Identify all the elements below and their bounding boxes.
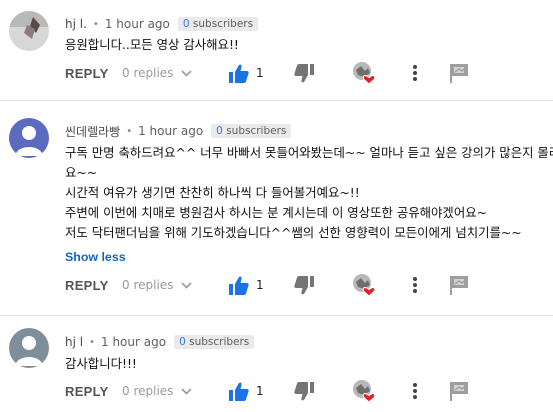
show-less-link[interactable]: Show less: [65, 250, 126, 264]
subscriber-word: subscribers: [189, 336, 250, 348]
report-button[interactable]: [450, 273, 468, 297]
comment-actions: REPLY 0 replies 1: [65, 379, 545, 403]
more-options-button[interactable]: [412, 379, 418, 403]
reply-button[interactable]: REPLY: [65, 379, 109, 403]
comment-header: hj l. • 1 hour ago 0 subscribers: [65, 14, 259, 34]
thumbs-up-icon: [229, 382, 249, 401]
reply-button[interactable]: REPLY: [65, 61, 109, 85]
author-name[interactable]: 씬데렐라빵: [65, 123, 120, 140]
comment-text-line: 시간적 여유가 생기면 찬찬히 하나씩 다 들어볼거예요~!!: [65, 185, 360, 200]
creator-heart-icon: [353, 380, 376, 403]
user-avatar-icon: [9, 118, 49, 158]
thumbs-down-icon: [294, 275, 314, 294]
subscriber-badge: 0 subscribers: [174, 335, 255, 349]
more-options-button[interactable]: [412, 273, 418, 297]
avatar[interactable]: [9, 118, 49, 158]
subscriber-badge: 0 subscribers: [177, 17, 259, 31]
creator-heart-icon: [353, 274, 376, 297]
user-avatar-icon: [9, 328, 49, 368]
like-count: 1: [256, 278, 264, 292]
report-button[interactable]: [450, 61, 468, 85]
comment-thread: hj l. • 1 hour ago 0 subscribers 응원합니다..…: [0, 0, 553, 100]
separator-dot: •: [92, 18, 99, 30]
replies-count: 0 replies: [122, 278, 174, 292]
dislike-button[interactable]: [294, 379, 314, 403]
comment-time[interactable]: 1 hour ago: [105, 17, 170, 31]
avatar[interactable]: [9, 328, 49, 368]
separator-dot: •: [89, 336, 95, 348]
chevron-down-icon: [181, 281, 192, 289]
comment-actions: REPLY 0 replies 1: [65, 273, 545, 297]
view-replies-button[interactable]: 0 replies: [122, 379, 192, 403]
avatar[interactable]: [9, 11, 49, 51]
subscriber-count: 0: [182, 18, 190, 30]
avatar-photo-icon: [9, 11, 49, 51]
comment-text: 응원합니다..모든 영상 감사해요!!: [65, 35, 540, 55]
comment-time[interactable]: 1 hour ago: [138, 124, 203, 138]
comment-text: 구독 만명 축하드려요^^ 너무 바빠서 못들어와봤는데~~ 얼마나 듣고 싶은…: [65, 143, 553, 243]
chevron-down-icon: [181, 69, 192, 77]
comment-text-line: 요~~: [65, 165, 98, 180]
comment-text-line: 저도 닥터팬더님을 위해 기도하겠습니다^^쌤의 선한 영향력이 모든이에게 넘…: [65, 225, 522, 240]
creator-heart-icon: [353, 62, 376, 85]
thumbs-up-icon: [229, 276, 249, 295]
creator-heart-button[interactable]: [352, 61, 376, 85]
subscriber-count: 0: [216, 125, 223, 137]
comment-header: hj l • 1 hour ago 0 subscribers: [65, 332, 255, 352]
thumbs-down-icon: [294, 381, 314, 400]
subscriber-word: subscribers: [226, 125, 287, 137]
more-vertical-icon: [413, 65, 417, 81]
reply-button[interactable]: REPLY: [65, 273, 109, 297]
more-vertical-icon: [413, 383, 417, 399]
comment-text-line: 감사합니다!!!: [65, 356, 137, 371]
thumbs-up-icon: [229, 64, 249, 83]
creator-heart-button[interactable]: [352, 379, 376, 403]
author-name[interactable]: hj l.: [65, 17, 87, 31]
comment-time[interactable]: 1 hour ago: [101, 335, 166, 349]
subscriber-word: subscribers: [192, 18, 254, 30]
like-button[interactable]: [229, 61, 249, 85]
like-count: 1: [256, 384, 264, 398]
view-replies-button[interactable]: 0 replies: [122, 273, 192, 297]
separator-dot: •: [126, 125, 133, 137]
flag-icon: [450, 64, 468, 83]
comment-text-line: 주변에 이번에 치매로 병원검사 하시는 분 계시는데 이 영상또한 공유해야겠…: [65, 205, 488, 220]
comment-text-line: 응원합니다..모든 영상 감사해요!!: [65, 37, 239, 52]
flag-icon: [450, 276, 468, 295]
replies-count: 0 replies: [122, 66, 174, 80]
comment-text-line: 구독 만명 축하드려요^^ 너무 바빠서 못들어와봤는데~~ 얼마나 듣고 싶은…: [65, 145, 553, 160]
more-vertical-icon: [413, 277, 417, 293]
chevron-down-icon: [181, 387, 192, 395]
comment-actions: REPLY 0 replies 1: [65, 61, 545, 85]
comment-thread: 씬데렐라빵 • 1 hour ago 0 subscribers 구독 만명 축…: [0, 100, 553, 315]
thumbs-down-icon: [294, 63, 314, 82]
more-options-button[interactable]: [412, 61, 418, 85]
like-button[interactable]: [229, 273, 249, 297]
comment-text: 감사합니다!!!: [65, 354, 540, 374]
dislike-button[interactable]: [294, 61, 314, 85]
creator-heart-button[interactable]: [352, 273, 376, 297]
view-replies-button[interactable]: 0 replies: [122, 61, 192, 85]
report-button[interactable]: [450, 379, 468, 403]
dislike-button[interactable]: [294, 273, 314, 297]
subscriber-count: 0: [179, 336, 186, 348]
comment-header: 씬데렐라빵 • 1 hour ago 0 subscribers: [65, 121, 292, 141]
like-count: 1: [256, 66, 264, 80]
like-button[interactable]: [229, 379, 249, 403]
subscriber-badge: 0 subscribers: [211, 124, 292, 138]
flag-icon: [450, 382, 468, 401]
comment-thread: hj l • 1 hour ago 0 subscribers 감사합니다!!!…: [0, 315, 553, 412]
replies-count: 0 replies: [122, 384, 174, 398]
author-name[interactable]: hj l: [65, 335, 83, 349]
